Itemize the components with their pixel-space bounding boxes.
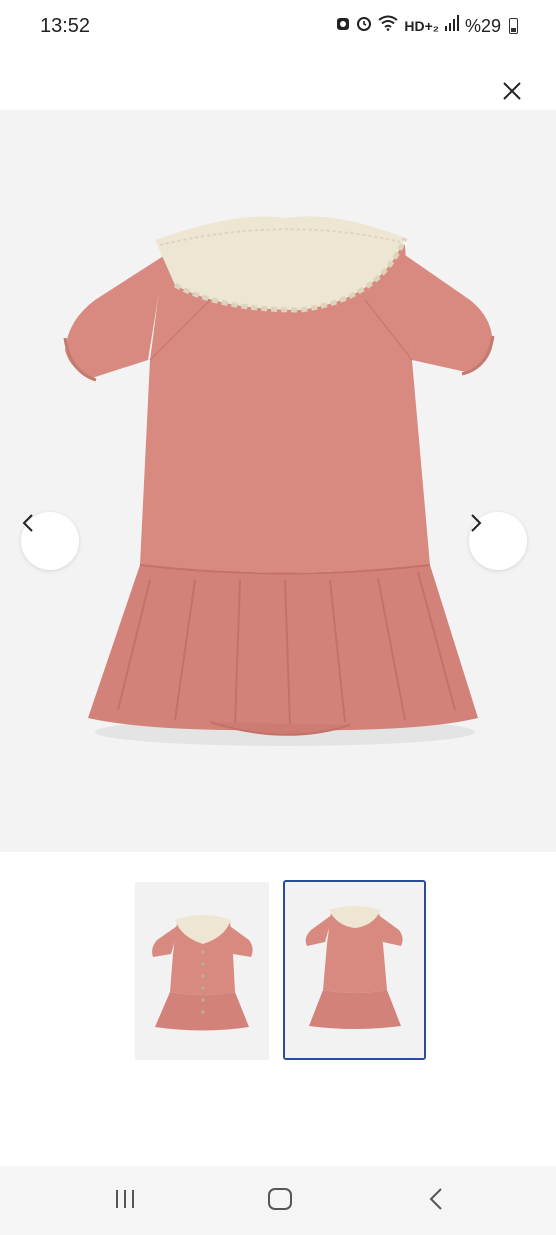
thumbnail-strip [0,880,556,1062]
chevron-left-icon [22,514,33,532]
previous-image-button[interactable] [21,512,79,570]
status-icons: HD+₂ %29 [336,15,518,37]
alarm-clock-icon [336,15,350,37]
product-image-viewer[interactable] [0,110,556,852]
status-bar: 13:52 HD+₂ %29 [0,0,556,56]
thumbnail-front[interactable] [135,882,269,1060]
status-time: 13:52 [40,15,91,37]
battery-icon [509,18,518,34]
back-icon [429,1188,442,1210]
close-icon [503,82,521,100]
signal-icon [444,15,459,37]
product-image [0,110,556,852]
close-button[interactable] [496,75,528,107]
system-nav-bar [0,1166,556,1235]
next-image-button[interactable] [469,512,527,570]
home-button[interactable] [260,1184,300,1214]
hd-volte-icon: HD+₂ [404,18,439,34]
chevron-right-icon [471,514,482,532]
back-button[interactable] [416,1184,456,1214]
thumbnail-back-selected[interactable] [283,880,426,1060]
wifi-icon [378,15,398,37]
thumbnail-back-image [285,882,424,1058]
notification-icon [356,15,372,37]
recents-icon [116,1190,134,1208]
home-icon [268,1188,292,1210]
battery-percent: %29 [464,15,501,36]
recents-button[interactable] [105,1184,145,1214]
thumbnail-front-image [135,882,269,1060]
